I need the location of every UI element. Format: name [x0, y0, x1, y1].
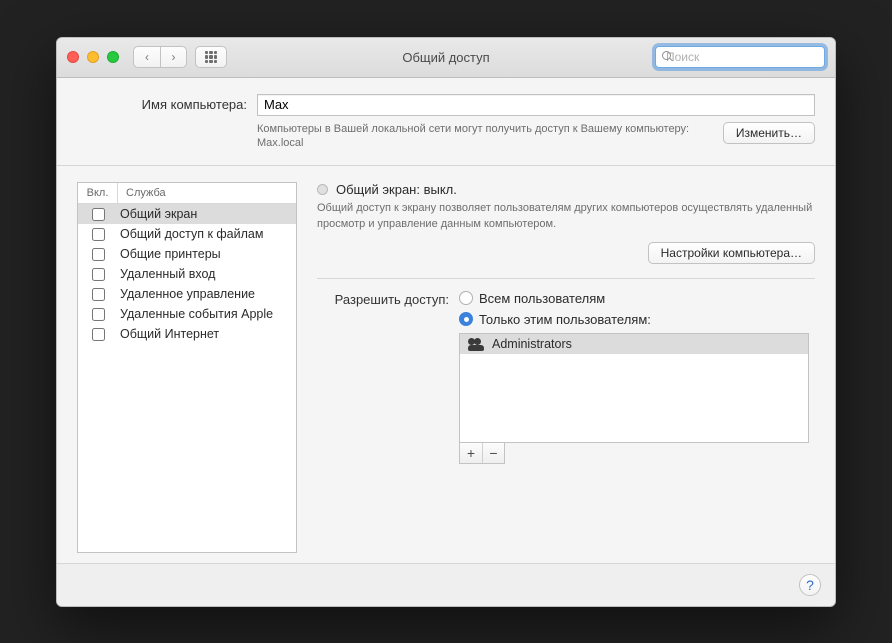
service-enable-checkbox[interactable] [92, 228, 105, 241]
service-enable-checkbox[interactable] [92, 268, 105, 281]
computer-name-helper: Компьютеры в Вашей локальной сети могут … [257, 122, 713, 152]
service-label: Удаленные события Apple [118, 307, 273, 321]
access-row: Разрешить доступ: Всем пользователям Тол… [317, 291, 815, 327]
user-list-actions: + − [459, 443, 505, 464]
footer: ? [57, 563, 835, 606]
status-row: Общий экран: выкл. [317, 182, 815, 197]
service-label: Удаленный вход [118, 267, 215, 281]
chevron-right-icon: › [172, 50, 176, 64]
service-item[interactable]: Удаленные события Apple [78, 304, 296, 324]
service-item[interactable]: Общие принтеры [78, 244, 296, 264]
nav-back-forward: ‹ › [133, 46, 187, 68]
radio-only-users[interactable]: Только этим пользователям: [459, 312, 651, 327]
user-item[interactable]: Administrators [460, 334, 808, 354]
back-button[interactable]: ‹ [134, 47, 160, 67]
service-enable-checkbox[interactable] [92, 288, 105, 301]
computer-name-input[interactable] [257, 94, 815, 116]
services-list: Общий экран Общий доступ к файлам Общие пр… [78, 204, 296, 551]
close-window-button[interactable] [67, 51, 79, 63]
radio-icon [459, 291, 473, 305]
services-sidebar: Вкл. Служба Общий экран Общий доступ к фа… [77, 182, 297, 552]
services-header: Вкл. Служба [78, 183, 296, 204]
computer-name-section: Имя компьютера: Компьютеры в Вашей локал… [57, 78, 835, 166]
service-item[interactable]: Удаленное управление [78, 284, 296, 304]
status-indicator-icon [317, 184, 328, 195]
service-label: Общий экран [118, 207, 197, 221]
plus-icon: + [467, 445, 475, 461]
edit-button[interactable]: Изменить… [723, 122, 815, 144]
show-all-button[interactable] [195, 46, 227, 68]
service-label: Общие принтеры [118, 247, 221, 261]
access-radio-group: Всем пользователям Только этим пользоват… [459, 291, 651, 327]
allowed-users-box: Administrators + − [459, 333, 809, 464]
minus-icon: − [489, 445, 497, 461]
traffic-lights [67, 51, 119, 63]
radio-icon [459, 312, 473, 326]
radio-all-label: Всем пользователям [479, 291, 605, 306]
allowed-users-list[interactable]: Administrators [459, 333, 809, 443]
user-name: Administrators [492, 337, 572, 351]
service-enable-checkbox[interactable] [92, 248, 105, 261]
service-item[interactable]: Общий доступ к файлам [78, 224, 296, 244]
service-enable-checkbox[interactable] [92, 308, 105, 321]
column-header-service[interactable]: Служба [118, 183, 296, 203]
service-label: Общий доступ к файлам [118, 227, 263, 241]
service-enable-checkbox[interactable] [92, 208, 105, 221]
computer-name-label: Имя компьютера: [77, 97, 247, 112]
service-detail: Общий экран: выкл. Общий доступ к экрану… [317, 182, 815, 552]
service-description: Общий доступ к экрану позволяет пользова… [317, 201, 815, 232]
zoom-window-button[interactable] [107, 51, 119, 63]
status-title: Общий экран: выкл. [336, 182, 457, 197]
service-item[interactable]: Общий Интернет [78, 324, 296, 344]
main-row: Вкл. Служба Общий экран Общий доступ к фа… [57, 166, 835, 562]
users-icon [468, 338, 484, 350]
service-label: Общий Интернет [118, 327, 219, 341]
preferences-window: ‹ › Общий доступ Имя компьютера: [56, 37, 836, 607]
forward-button[interactable]: › [160, 47, 186, 67]
chevron-left-icon: ‹ [145, 50, 149, 64]
minimize-window-button[interactable] [87, 51, 99, 63]
help-icon: ? [806, 577, 814, 593]
access-label: Разрешить доступ: [317, 291, 449, 327]
remove-user-button[interactable]: − [482, 443, 504, 463]
search-input[interactable] [666, 50, 821, 64]
service-item[interactable]: Удаленный вход [78, 264, 296, 284]
search-field-wrapper[interactable] [655, 46, 825, 68]
computer-settings-button[interactable]: Настройки компьютера… [648, 242, 815, 264]
add-user-button[interactable]: + [460, 443, 482, 463]
radio-all-users[interactable]: Всем пользователям [459, 291, 651, 306]
service-label: Удаленное управление [118, 287, 255, 301]
service-enable-checkbox[interactable] [92, 328, 105, 341]
radio-only-label: Только этим пользователям: [479, 312, 651, 327]
help-button[interactable]: ? [799, 574, 821, 596]
grid-icon [205, 51, 217, 63]
titlebar: ‹ › Общий доступ [57, 38, 835, 78]
divider [317, 278, 815, 279]
content-area: Имя компьютера: Компьютеры в Вашей локал… [57, 78, 835, 606]
column-header-on[interactable]: Вкл. [78, 183, 118, 203]
service-item[interactable]: Общий экран [78, 204, 296, 224]
